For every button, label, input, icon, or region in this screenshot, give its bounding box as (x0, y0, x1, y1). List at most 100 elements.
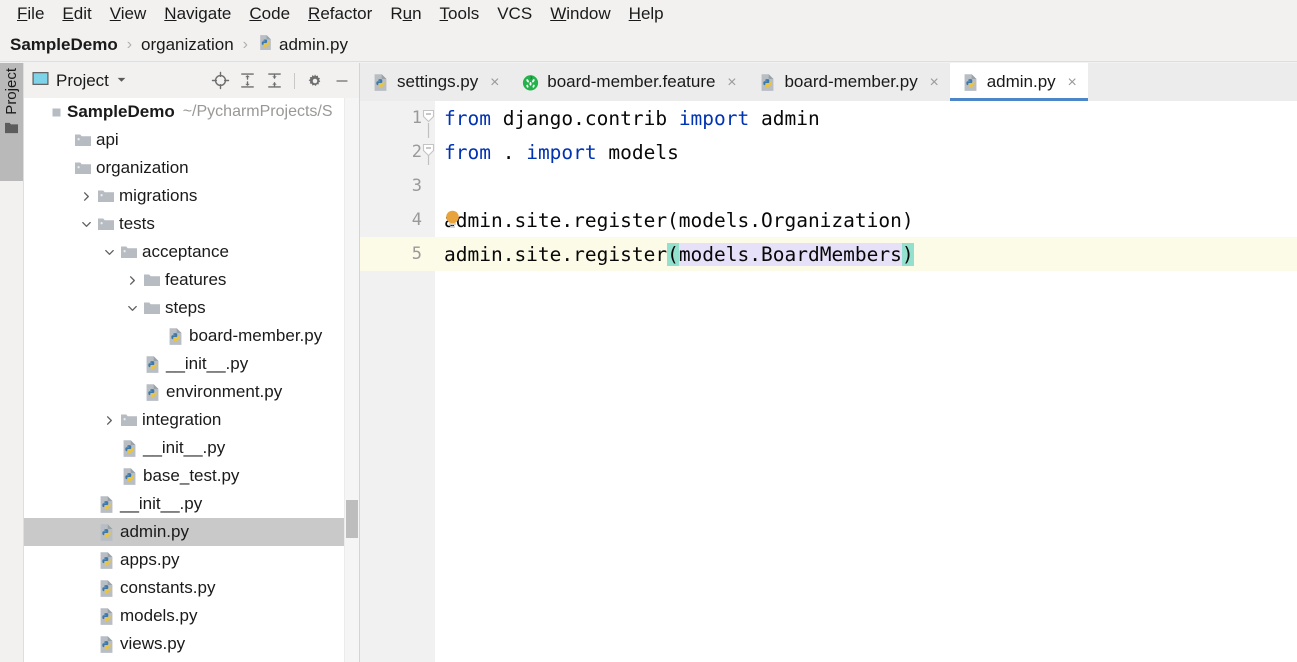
menu-item-run[interactable]: Run (381, 2, 430, 26)
breadcrumb-separator: › (243, 36, 248, 54)
editor-tab-board-member-feature[interactable]: board-member.feature× (510, 63, 747, 101)
menu-item-navigate[interactable]: Navigate (155, 2, 240, 26)
breadcrumb-separator: › (127, 36, 132, 54)
code-line-3[interactable] (435, 169, 1297, 203)
chevron-right-icon[interactable] (78, 182, 94, 210)
tree-row[interactable]: acceptance (24, 238, 344, 266)
tree-row[interactable]: constants.py (24, 574, 344, 602)
chevron-right-icon[interactable] (124, 266, 140, 294)
tree-item-label: board-member.py (189, 326, 322, 346)
module-path: . (491, 141, 526, 164)
menu-item-vcs[interactable]: VCS (488, 2, 541, 26)
tree-row[interactable]: views.py (24, 630, 344, 658)
code-line-2[interactable]: from . import models (435, 135, 1297, 169)
gear-icon[interactable] (303, 69, 327, 93)
tree-twisty-empty (78, 546, 94, 574)
tree-row[interactable]: __init__.py (24, 350, 344, 378)
chevron-down-icon[interactable] (124, 294, 140, 322)
tree-indent (24, 546, 78, 574)
project-scrollbar[interactable] (344, 98, 359, 662)
left-tool-stripe: Project (0, 63, 24, 662)
close-icon[interactable]: × (725, 76, 738, 89)
tree-row[interactable]: board-member.py (24, 322, 344, 350)
chevron-down-icon[interactable] (101, 238, 117, 266)
project-scrollbar-thumb[interactable] (346, 500, 358, 538)
tree-row[interactable]: environment.py (24, 378, 344, 406)
close-icon[interactable]: × (488, 76, 501, 89)
close-icon[interactable]: × (928, 76, 941, 89)
breadcrumb-project[interactable]: SampleDemo (10, 35, 118, 55)
tree-row[interactable]: __init__.py (24, 490, 344, 518)
tree-indent (24, 322, 147, 350)
python-file-icon (97, 635, 116, 654)
keyword-import: import (679, 107, 749, 130)
editor-tab-label: settings.py (397, 72, 478, 92)
menu-item-window[interactable]: Window (541, 2, 619, 26)
python-file-icon (120, 467, 139, 486)
tree-row[interactable]: __init__.py (24, 434, 344, 462)
editor-tab-board-member-py[interactable]: board-member.py× (747, 63, 949, 101)
tree-row[interactable]: api (24, 126, 344, 154)
collapse-all-icon[interactable] (262, 69, 286, 93)
breadcrumb-folder[interactable]: organization (141, 35, 234, 55)
project-tree[interactable]: SampleDemo~/PycharmProjects/Sapiorganiza… (24, 98, 344, 662)
tree-row[interactable]: SampleDemo~/PycharmProjects/S (24, 98, 344, 126)
menu-item-tools[interactable]: Tools (431, 2, 489, 26)
tree-indent (24, 210, 78, 238)
breadcrumb: SampleDemo › organization › admin.py (0, 28, 1297, 62)
package-folder-icon (97, 188, 115, 204)
python-file-icon (961, 73, 980, 92)
chevron-down-icon[interactable] (78, 210, 94, 238)
code-line-1[interactable]: from django.contrib import admin (435, 101, 1297, 135)
chevron-down-icon[interactable] (116, 72, 127, 90)
editor-tab-bar: settings.py×board-member.feature×board-m… (360, 63, 1297, 101)
tree-twisty-empty (78, 518, 94, 546)
menu-item-help[interactable]: Help (620, 2, 673, 26)
keyword-from: from (444, 107, 491, 130)
tree-item-label: base_test.py (143, 466, 239, 486)
tree-row[interactable]: features (24, 266, 344, 294)
tree-row[interactable]: integration (24, 406, 344, 434)
lightbulb-icon[interactable] (444, 209, 461, 231)
locate-icon[interactable] (208, 69, 232, 93)
editor-tab-admin-py[interactable]: admin.py× (950, 63, 1088, 101)
breadcrumb-file[interactable]: admin.py (257, 34, 348, 56)
tree-row[interactable]: tests (24, 210, 344, 238)
code-line-4[interactable]: admin.site.register(models.Organization) (435, 203, 1297, 237)
tree-indent (24, 406, 101, 434)
pycharm-window: FileEditViewNavigateCodeRefactorRunTools… (0, 0, 1297, 662)
minimize-icon[interactable] (330, 69, 354, 93)
menu-item-refactor[interactable]: Refactor (299, 2, 381, 26)
tree-twisty-empty (78, 490, 94, 518)
python-file-icon (97, 579, 116, 598)
chevron-right-icon[interactable] (101, 406, 117, 434)
menu-item-file[interactable]: File (8, 2, 53, 26)
menu-item-code[interactable]: Code (240, 2, 299, 26)
tree-indent (24, 350, 124, 378)
tree-row[interactable]: apps.py (24, 546, 344, 574)
tree-row[interactable]: models.py (24, 602, 344, 630)
tool-window-button-label: Project (3, 68, 20, 115)
code-editor[interactable]: 12345 from django.contrib import admin f… (360, 101, 1297, 662)
tree-row[interactable]: base_test.py (24, 462, 344, 490)
toolbar-divider (294, 73, 295, 89)
menu-item-view[interactable]: View (101, 2, 156, 26)
menu-bar: FileEditViewNavigateCodeRefactorRunTools… (0, 0, 1297, 28)
tree-item-label: integration (142, 410, 221, 430)
expand-all-icon[interactable] (235, 69, 259, 93)
project-tool-window: Project (24, 63, 360, 662)
tree-row[interactable]: steps (24, 294, 344, 322)
tree-row[interactable]: organization (24, 154, 344, 182)
project-panel-toolbar (208, 69, 354, 93)
tree-twisty-empty (101, 434, 117, 462)
close-icon[interactable]: × (1066, 76, 1079, 89)
code-content[interactable]: from django.contrib import admin from . … (435, 101, 1297, 662)
tree-row-selected[interactable]: admin.py (24, 518, 344, 546)
menu-item-edit[interactable]: Edit (53, 2, 100, 26)
python-file-icon (143, 355, 162, 374)
code-line-5[interactable]: admin.site.register(models.BoardMembers) (435, 237, 1297, 271)
tool-window-button-project[interactable]: Project (0, 63, 23, 181)
fold-markers[interactable] (422, 101, 435, 662)
editor-tab-settings-py[interactable]: settings.py × (360, 63, 510, 101)
tree-row[interactable]: migrations (24, 182, 344, 210)
